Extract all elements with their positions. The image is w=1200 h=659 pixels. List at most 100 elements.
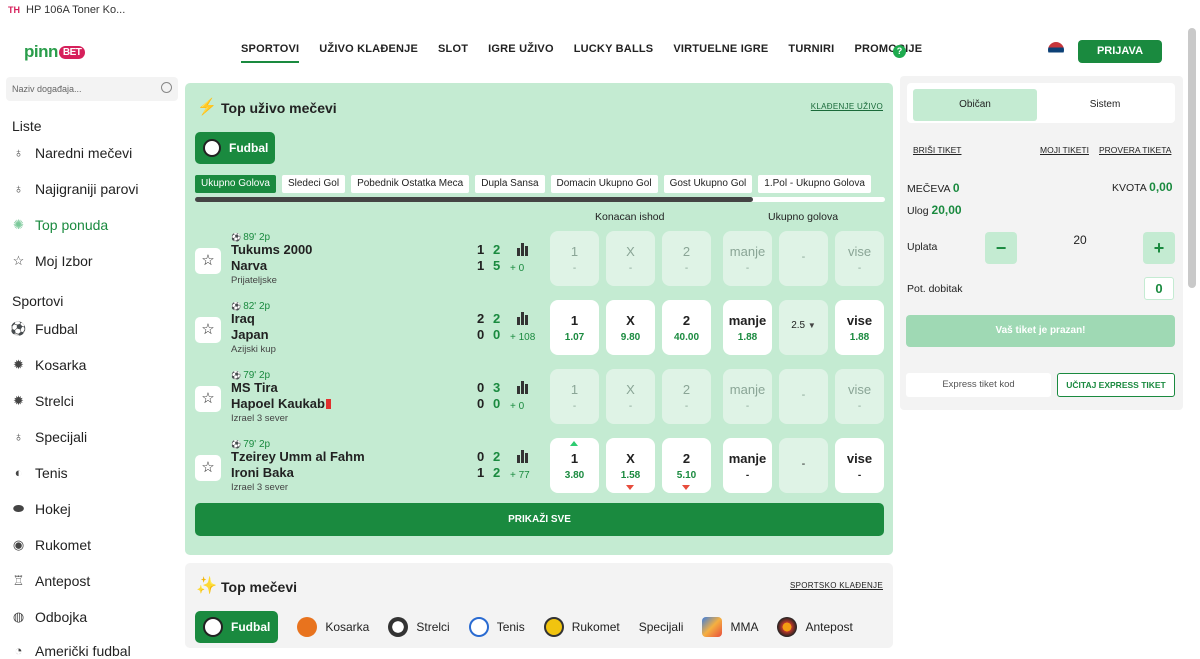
sidebar-item-top-ponuda[interactable]: ✺ Top ponuda [10,216,108,233]
away-team[interactable]: Japan [231,327,269,342]
odd-away[interactable]: 2- [662,231,711,286]
sidebar-item-moj-izbor[interactable]: ☆ Moj Izbor [10,252,93,269]
odd-away[interactable]: 2- [662,369,711,424]
decrease-button[interactable]: − [985,232,1017,264]
more-markets-count[interactable]: + 0 [510,401,550,412]
favorite-star-icon[interactable]: ☆ [195,317,221,343]
load-express-button[interactable]: UČITAJ EXPRESS TIKET [1057,373,1175,397]
check-ticket-link[interactable]: PROVERA TIKETA [1099,145,1171,155]
market-tab[interactable]: Pobednik Ostatka Meca [351,175,470,193]
sidebar-sport-tenis[interactable]: ◐ Tenis [10,464,68,481]
odd-under[interactable]: manje - [723,231,772,286]
sidebar-sport-americki[interactable]: ◔ Američki fudbal [10,642,131,659]
sidebar-sport-odbojka[interactable]: ◍ Odbojka [10,608,87,625]
odd-draw[interactable]: X- [606,369,655,424]
sport-tab-tenis[interactable]: Tenis [468,617,525,637]
odd-away[interactable]: 2 40.00 [662,300,711,355]
sports-betting-link[interactable]: SPORTSKO KLAĐENJE [790,581,883,590]
odd-over[interactable]: vise - [835,369,884,424]
odd-draw[interactable]: X 1.58 [606,438,655,493]
odd-home[interactable]: 1 3.80 [550,438,599,493]
language-flag-icon[interactable] [1048,42,1064,58]
sport-tab-fudbal[interactable]: Fudbal [195,611,279,643]
payment-amount-input[interactable]: 20 [1040,233,1120,247]
odd-over[interactable]: vise - [835,231,884,286]
home-team[interactable]: Tzeirey Umm al Fahm [231,449,365,464]
sidebar-sport-hokej[interactable]: ⬬ Hokej [10,500,71,517]
sidebar-sport-kosarka[interactable]: ✹ Kosarka [10,356,86,373]
nav-uzivo[interactable]: UŽIVO KLAĐENJE [319,43,418,63]
tab-regular[interactable]: Običan [913,89,1037,121]
empty-ticket-button[interactable]: Vaš tiket je prazan! [906,315,1175,347]
stats-icon[interactable] [517,381,537,395]
sport-tab-mma[interactable]: MMA [702,617,758,637]
my-tickets-link[interactable]: MOJI TIKETI [1040,145,1089,155]
nav-virtuelne-igre[interactable]: VIRTUELNE IGRE [673,43,768,63]
nav-igre-uzivo[interactable]: IGRE UŽIVO [488,43,554,63]
market-tab[interactable]: 1.Pol - Ukupno Golova [758,175,871,193]
sidebar-item-najigraniji[interactable]: ♁ Najigraniji parovi [10,180,139,197]
logo[interactable]: pinn BET [24,42,86,62]
nav-promocije[interactable]: PROMOCIJE [854,43,922,63]
odd-over[interactable]: vise 1.88 [835,300,884,355]
favorite-star-icon[interactable]: ☆ [195,386,221,412]
search-icon[interactable] [161,82,172,93]
market-tab[interactable]: Gost Ukupno Gol [663,175,753,193]
sidebar-sport-specijali[interactable]: ♁ Specijali [10,428,88,445]
sport-tab-rukomet[interactable]: Rukomet [543,617,620,637]
odd-under[interactable]: manje - [723,438,772,493]
more-markets-count[interactable]: + 77 [510,470,550,481]
odd-home[interactable]: 1- [550,231,599,286]
goal-line-select[interactable]: - [779,438,828,493]
nav-turniri[interactable]: TURNIRI [788,43,834,63]
sport-tab-antepost[interactable]: Antepost [777,617,853,637]
odd-under[interactable]: manje 1.88 [723,300,772,355]
odd-home[interactable]: 1 1.07 [550,300,599,355]
odd-home[interactable]: 1- [550,369,599,424]
market-tab[interactable]: Ukupno Golova [195,175,276,193]
sidebar-item-naredni[interactable]: ♁ Naredni mečevi [10,144,133,161]
sidebar-sport-antepost[interactable]: ♖ Antepost [10,572,91,589]
increase-button[interactable]: + [1143,232,1175,264]
odd-draw[interactable]: X- [606,231,655,286]
stats-icon[interactable] [517,243,537,257]
express-code-input[interactable]: Express tiket kod [906,373,1051,397]
tab-system[interactable]: Sistem [1043,89,1167,121]
market-tab[interactable]: Domacin Ukupno Gol [550,175,658,193]
more-markets-count[interactable]: + 108 [510,332,550,343]
show-all-button[interactable]: PRIKAŽI SVE [195,503,884,536]
home-team[interactable]: MS Tira [231,380,278,395]
goal-line-select[interactable]: - [779,231,828,286]
sport-tab-kosarka[interactable]: Kosarka [297,617,369,637]
live-betting-link[interactable]: KLAĐENJE UŽIVO [811,102,883,111]
favorite-star-icon[interactable]: ☆ [195,455,221,481]
sidebar-sport-fudbal[interactable]: ⚽ Fudbal [10,320,77,337]
search-input[interactable]: Naziv događaja... [6,77,178,101]
odd-under[interactable]: manje - [723,369,772,424]
nav-sportovi[interactable]: SPORTOVI [241,43,300,63]
away-team[interactable]: Narva [231,258,267,273]
help-icon[interactable]: ? [893,45,906,58]
page-scrollbar[interactable] [1188,28,1196,288]
scrollbar-thumb[interactable] [195,197,753,202]
away-team[interactable]: Ironi Baka [231,465,294,480]
sidebar-sport-strelci[interactable]: ✹ Strelci [10,392,74,409]
stats-icon[interactable] [517,312,537,326]
market-tab[interactable]: Dupla Sansa [475,175,545,193]
market-tabs-scrollbar[interactable] [195,197,885,202]
sidebar-sport-rukomet[interactable]: ◉ Rukomet [10,536,91,553]
stats-icon[interactable] [517,450,537,464]
login-button[interactable]: PRIJAVA [1078,40,1162,63]
odd-over[interactable]: vise - [835,438,884,493]
sport-tab-specijali[interactable]: Specijali [639,620,684,634]
odd-draw[interactable]: X 9.80 [606,300,655,355]
goal-line-select[interactable]: - [779,369,828,424]
goal-line-select[interactable]: 2.5 ▼ [779,300,828,355]
sport-tab-strelci[interactable]: Strelci [388,617,450,637]
sport-filter-fudbal[interactable]: Fudbal [195,132,275,164]
favorite-star-icon[interactable]: ☆ [195,248,221,274]
nav-lucky-balls[interactable]: LUCKY BALLS [574,43,654,63]
home-team[interactable]: Iraq [231,311,255,326]
away-team[interactable]: Hapoel Kaukab [231,396,331,411]
nav-slot[interactable]: SLOT [438,43,468,63]
